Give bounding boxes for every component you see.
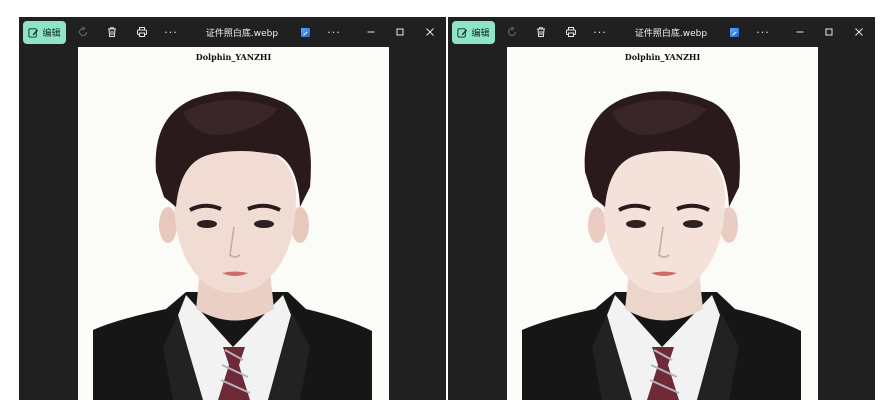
minimize-button[interactable] (790, 17, 810, 47)
ellipsis-icon: ··· (327, 25, 341, 39)
edit-icon (457, 28, 468, 38)
close-icon (426, 28, 434, 36)
minimize-button[interactable] (361, 17, 381, 47)
ellipsis-icon: ··· (164, 25, 178, 39)
more-options-button[interactable]: ··· (589, 17, 611, 47)
enhance-button[interactable] (296, 17, 314, 47)
photo-viewer-window-left: 编辑 ··· 证件照白底.webp ··· Dolphin_YANZHI (19, 17, 446, 400)
edit-button[interactable]: 编辑 (452, 21, 495, 44)
window-more-button[interactable]: ··· (752, 17, 774, 47)
viewer-toolbar: 编辑 ··· 证件照白底.webp ··· (448, 17, 875, 47)
ellipsis-icon: ··· (593, 25, 607, 39)
delete-button[interactable] (102, 17, 122, 47)
id-photo: Dolphin_YANZHI (507, 47, 818, 400)
portrait-image (522, 91, 801, 400)
close-button[interactable] (420, 17, 440, 47)
close-button[interactable] (849, 17, 869, 47)
more-options-button[interactable]: ··· (160, 17, 182, 47)
portrait-image (93, 91, 372, 400)
enhance-button[interactable] (725, 17, 743, 47)
print-button[interactable] (561, 17, 581, 47)
maximize-icon (396, 28, 404, 36)
window-more-button[interactable]: ··· (323, 17, 345, 47)
photo-caption: Dolphin_YANZHI (195, 52, 272, 62)
minimize-icon (796, 31, 804, 33)
file-title: 证件照白底.webp (634, 28, 708, 39)
rotate-button[interactable] (73, 17, 93, 47)
enhance-icon (300, 27, 310, 37)
print-button[interactable] (132, 17, 152, 47)
printer-icon (137, 27, 147, 37)
maximize-button[interactable] (390, 17, 410, 47)
edit-button-label: 编辑 (471, 29, 490, 39)
delete-button[interactable] (531, 17, 551, 47)
rotate-icon (78, 26, 88, 37)
maximize-icon (825, 28, 833, 36)
viewer-toolbar: 编辑 ··· 证件照白底.webp ··· (19, 17, 446, 47)
edit-icon (28, 28, 39, 38)
photo-caption: Dolphin_YANZHI (624, 52, 701, 62)
id-photo: Dolphin_YANZHI (78, 47, 389, 400)
trash-icon (537, 27, 545, 37)
edit-button[interactable]: 编辑 (23, 21, 66, 44)
file-title: 证件照白底.webp (205, 28, 279, 39)
close-icon (855, 28, 863, 36)
printer-icon (566, 27, 576, 37)
rotate-icon (507, 26, 517, 37)
edit-button-label: 编辑 (42, 29, 61, 39)
photo-viewer-window-right: 编辑 ··· 证件照白底.webp ··· Dolphin_YANZHI (448, 17, 875, 400)
maximize-button[interactable] (819, 17, 839, 47)
rotate-button[interactable] (502, 17, 522, 47)
trash-icon (108, 27, 116, 37)
enhance-icon (729, 27, 739, 37)
ellipsis-icon: ··· (756, 25, 770, 39)
minimize-icon (367, 31, 375, 33)
